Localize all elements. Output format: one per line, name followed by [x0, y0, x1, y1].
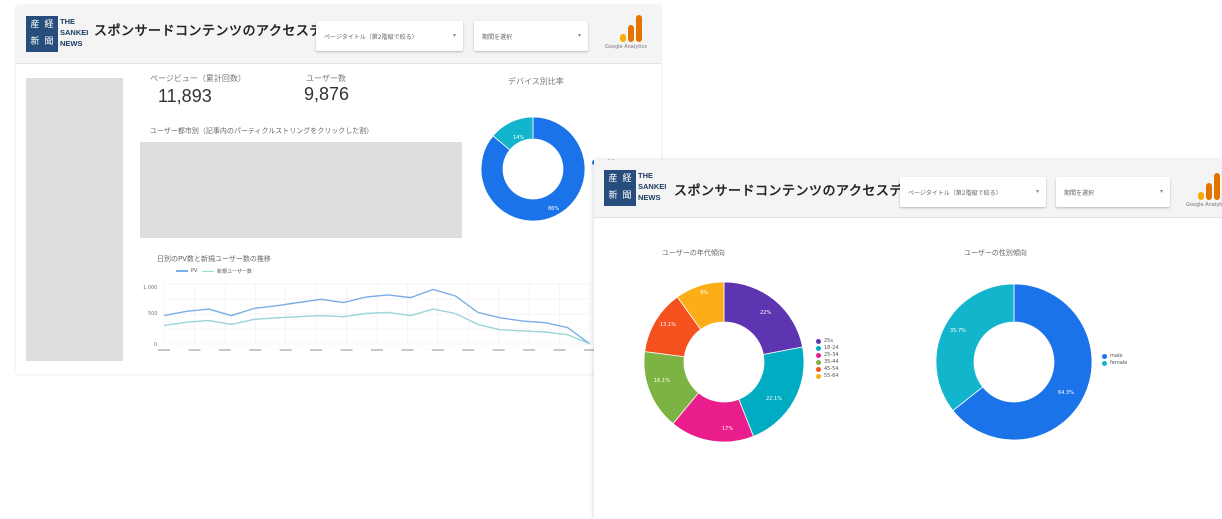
region-chart-label: ユーザー都市別（記事内のパーティクルストリングをクリックした割） [150, 127, 374, 135]
trend-line-chart: 1,000 500 0 [143, 283, 596, 351]
age-legend: 25s 18-24 25-34 35-44 45-54 55-64 [816, 338, 839, 380]
x-tick-label [279, 349, 292, 351]
page-title-filter-value: ページタイトル（第2階級で絞る） [324, 34, 418, 41]
age-donut-slice [723, 281, 804, 355]
device-small-pct-label: 14% [513, 135, 524, 141]
dashboard-title: スポンサードコンテンツのアクセスデータ [674, 184, 930, 199]
x-tick-label [340, 349, 353, 351]
sankei-logo: 産 経 新 聞 THE SANKEI NEWS [604, 170, 666, 206]
y-tick-label: 1,000 [143, 285, 157, 291]
gender-pct-label: 64.3% [1058, 390, 1074, 396]
region-map-placeholder [140, 142, 462, 238]
age-chart-title: ユーザーの年代傾向 [662, 249, 725, 257]
x-tick-label [249, 349, 262, 351]
age-pct-label: 9% [700, 290, 708, 296]
x-tick-label [218, 349, 231, 351]
pageviews-value: 11,893 [158, 86, 212, 106]
gender-legend-item: female [1102, 360, 1127, 366]
age-donut-chart: 22% 22.1% 17% 16.1% 13.1% 9% [643, 281, 805, 443]
logo-mark: 産 経 新 聞 [604, 170, 636, 206]
device-ratio-label: デバイス別比率 [508, 77, 564, 86]
y-tick-label: 500 [148, 311, 158, 317]
page-title-filter[interactable]: ページタイトル（第2階級で絞る） ▾ [316, 21, 463, 51]
x-tick-label [462, 349, 475, 351]
logo-mark: 産 経 新 聞 [26, 16, 58, 52]
device-large-pct-label: 86% [548, 206, 559, 212]
period-selector[interactable]: 期間を選択 ▾ [474, 21, 588, 51]
users-label: ユーザー数 [306, 74, 346, 83]
gender-legend-item: male [1102, 353, 1127, 359]
page-title-filter[interactable]: ページタイトル（第2階級で絞る） ▾ [900, 177, 1046, 207]
age-pct-label: 22.1% [766, 396, 782, 402]
google-analytics-icon [620, 14, 644, 42]
x-tick-label [553, 349, 566, 351]
age-legend-item: 35-44 [816, 359, 839, 365]
google-analytics-label: Google Analytics [605, 44, 647, 50]
x-tick-label [371, 349, 383, 351]
logo-brand: THE SANKEI NEWS [638, 171, 667, 202]
x-tick-label [523, 349, 536, 351]
chevron-down-icon: ▾ [1159, 188, 1163, 195]
google-analytics-label: Google Analytics [1186, 202, 1222, 208]
trend-chart-title: 日別のPV数と新規ユーザー数の推移 [157, 255, 271, 263]
chevron-down-icon: ▾ [577, 32, 581, 39]
period-selector[interactable]: 期間を選択 ▾ [1056, 177, 1170, 207]
chevron-down-icon: ▾ [452, 32, 456, 39]
dashboard-header: 産 経 新 聞 THE SANKEI NEWS スポンサードコンテンツのアクセス… [16, 6, 661, 64]
pageviews-label: ページビュー（累計回数） [150, 74, 246, 83]
x-tick-label [310, 349, 323, 351]
demographics-dashboard-panel: 産 経 新 聞 THE SANKEI NEWS スポンサードコンテンツのアクセス… [594, 160, 1222, 519]
age-legend-item: 45-54 [816, 366, 839, 372]
trend-legend-new-users: 新規ユーザー数 [202, 268, 252, 275]
page-title-filter-value: ページタイトル（第2階級で絞る） [908, 190, 1002, 197]
gender-legend: male female [1102, 353, 1127, 366]
gender-pct-label: 35.7% [950, 328, 966, 334]
sidebar-image-placeholder [26, 78, 123, 361]
age-pct-label: 17% [722, 426, 733, 432]
age-pct-label: 13.1% [660, 322, 676, 328]
x-tick-label [492, 349, 505, 351]
age-pct-label: 16.1% [654, 378, 670, 384]
period-selector-value: 期間を選択 [1064, 190, 1095, 197]
x-tick-label [158, 349, 170, 351]
x-tick-label [431, 349, 444, 351]
chevron-down-icon: ▾ [1035, 188, 1039, 195]
users-value: 9,876 [304, 84, 350, 104]
gender-chart-title: ユーザーの性別傾向 [964, 249, 1027, 257]
x-tick-label [188, 349, 201, 351]
age-legend-item: 55-64 [816, 373, 839, 379]
period-selector-value: 期間を選択 [482, 34, 513, 41]
gender-donut-slice [935, 283, 1015, 412]
device-donut-chart: 14% 86% [480, 116, 586, 222]
dashboard-title: スポンサードコンテンツのアクセスデータ [94, 24, 350, 39]
age-pct-label: 22% [760, 310, 771, 316]
age-legend-item: 25s [816, 338, 839, 344]
gender-donut-chart: 64.3% 35.7% [935, 283, 1093, 441]
google-analytics-icon [1198, 172, 1222, 200]
logo-brand: THE SANKEI NEWS [60, 17, 89, 48]
trend-legend-pv: PV [176, 268, 197, 274]
y-tick-label: 0 [154, 342, 157, 348]
overview-dashboard-panel: 産 経 新 聞 THE SANKEI NEWS スポンサードコンテンツのアクセス… [16, 6, 661, 374]
age-legend-item: 18-24 [816, 345, 839, 351]
sankei-logo: 産 経 新 聞 THE SANKEI NEWS [26, 16, 88, 52]
x-tick-label [401, 349, 414, 351]
age-legend-item: 25-34 [816, 352, 839, 358]
dashboard-header: 産 経 新 聞 THE SANKEI NEWS スポンサードコンテンツのアクセス… [594, 160, 1222, 218]
